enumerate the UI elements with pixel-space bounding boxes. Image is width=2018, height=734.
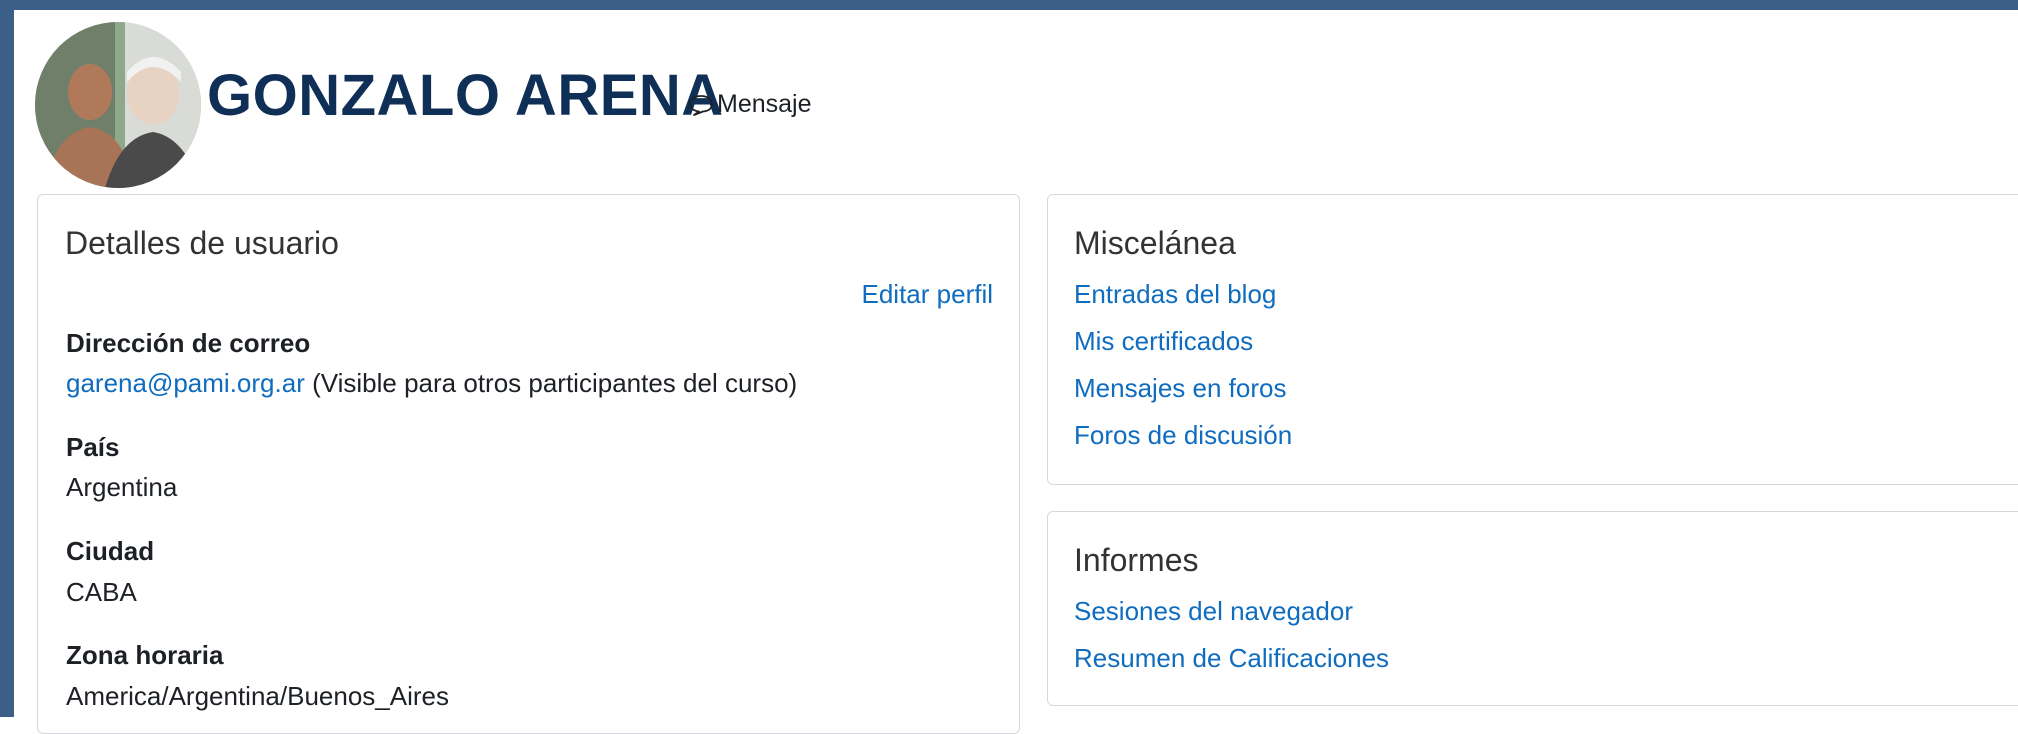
edit-profile-link[interactable]: Editar perfil [862, 279, 994, 310]
city-label: Ciudad [66, 536, 155, 566]
misc-title: Miscelánea [1074, 225, 1236, 261]
reports-card: Informes Sesiones del navegador Resumen … [1047, 511, 2018, 706]
grades-overview-link[interactable]: Resumen de Calificaciones [1074, 643, 1389, 674]
forum-discussions-link[interactable]: Foros de discusión [1074, 420, 1292, 451]
avatar[interactable] [35, 22, 201, 188]
message-button[interactable]: Mensaje [688, 90, 812, 119]
misc-card: Miscelánea Entradas del blog Mis certifi… [1047, 194, 2018, 485]
country-label: País [66, 432, 120, 462]
timezone-value: America/Argentina/Buenos_Aires [66, 681, 449, 711]
certificates-link[interactable]: Mis certificados [1074, 326, 1253, 357]
user-details-title: Detalles de usuario [65, 225, 339, 261]
email-link[interactable]: garena@pami.org.ar [66, 368, 305, 398]
browser-sessions-link[interactable]: Sesiones del navegador [1074, 596, 1353, 627]
speech-bubble-icon [689, 94, 713, 116]
city-value: CABA [66, 577, 137, 607]
avatar-photo [35, 22, 201, 188]
email-row: garena@pami.org.ar (Visible para otros p… [66, 368, 797, 399]
reports-title: Informes [1074, 542, 1199, 578]
forum-posts-link[interactable]: Mensajes en foros [1074, 373, 1286, 404]
user-details-card: Detalles de usuario Editar perfil Direcc… [37, 194, 1020, 734]
timezone-label: Zona horaria [66, 640, 224, 670]
email-label: Dirección de correo [66, 328, 311, 358]
country-value: Argentina [66, 472, 178, 502]
message-label: Mensaje [717, 90, 812, 118]
page-title: GONZALO ARENA [207, 63, 724, 128]
email-visibility-note: (Visible para otros participantes del cu… [312, 368, 798, 398]
blog-entries-link[interactable]: Entradas del blog [1074, 279, 1276, 310]
